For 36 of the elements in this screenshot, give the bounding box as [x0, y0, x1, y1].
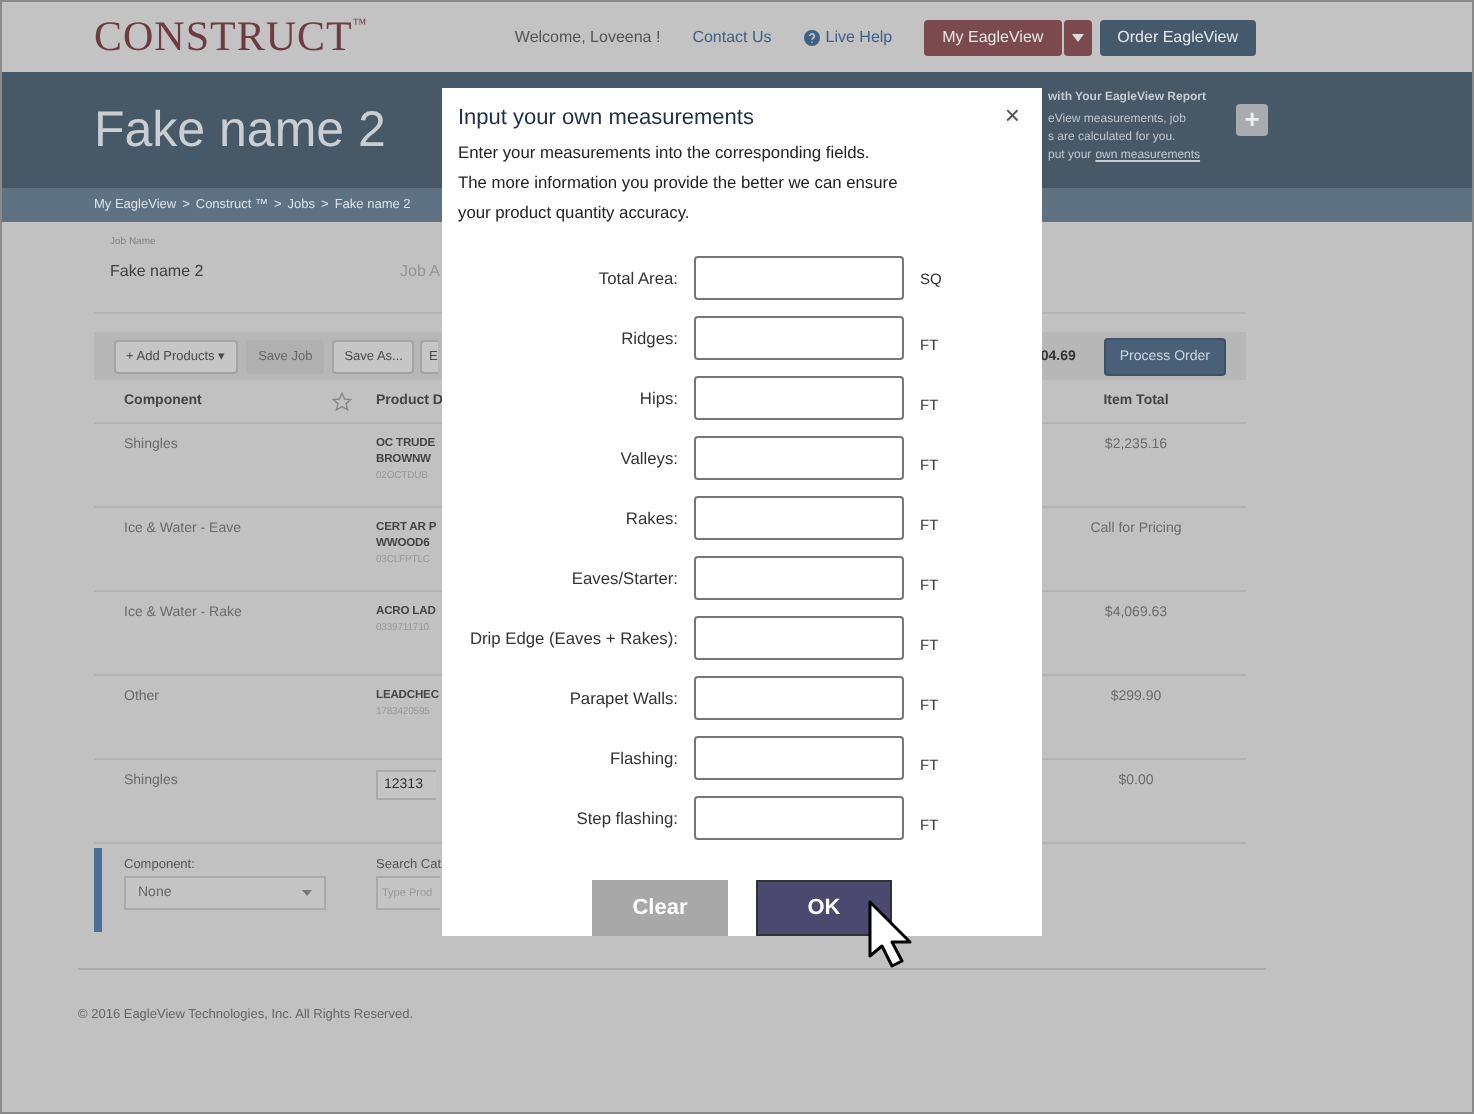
measurement-field[interactable]: [694, 376, 904, 420]
field-label: Total Area:: [596, 268, 678, 288]
dropdown-button[interactable]: [1063, 19, 1092, 55]
field-label: Eaves/Starter:: [569, 568, 678, 588]
measurement-field[interactable]: [694, 616, 904, 660]
field-label: Rakes:: [623, 508, 678, 528]
logo[interactable]: CONSTRUCT: [94, 12, 353, 62]
field-label: Flashing:: [608, 748, 678, 768]
welcome-text: Welcome, Loveena !: [514, 28, 661, 46]
live-help-link[interactable]: Live Help: [803, 28, 893, 46]
star-icon[interactable]: [332, 391, 352, 411]
caret-icon: [302, 890, 312, 896]
measurement-field[interactable]: [694, 556, 904, 600]
field-label: Drip Edge (Eaves + Rakes):: [467, 628, 678, 648]
measurement-field[interactable]: [694, 676, 904, 720]
order-eagleview-button[interactable]: Order EagleView: [1099, 19, 1256, 55]
measurement-field[interactable]: [694, 796, 904, 840]
measurement-field[interactable]: [694, 436, 904, 480]
field-label: Hips:: [637, 388, 678, 408]
job-name: Fake name 2: [110, 262, 206, 280]
close-button[interactable]: ×: [1004, 106, 1020, 126]
dialog-description: Enter your measurements into the corresponding fields. The more information you provide the better we can ensure your product quantity accuracy.: [458, 140, 900, 226]
page-title: Fake name 2: [94, 101, 386, 159]
field-label: Ridges:: [619, 328, 678, 348]
help-icon: [803, 29, 820, 45]
field-label: Parapet Walls:: [567, 688, 678, 708]
field-label: Valleys:: [618, 448, 678, 468]
measurement-field[interactable]: [694, 316, 904, 360]
my-eagleview-button[interactable]: My EagleView: [924, 19, 1062, 55]
dialog-title: Input your own measurements: [458, 106, 754, 130]
contact-link[interactable]: Contact Us: [692, 28, 772, 46]
measurement-field[interactable]: [694, 256, 904, 300]
caret-icon: [1071, 34, 1084, 42]
measurement-field[interactable]: [694, 736, 904, 780]
field-label: Step flashing:: [574, 808, 678, 828]
measurement-field[interactable]: [694, 496, 904, 540]
